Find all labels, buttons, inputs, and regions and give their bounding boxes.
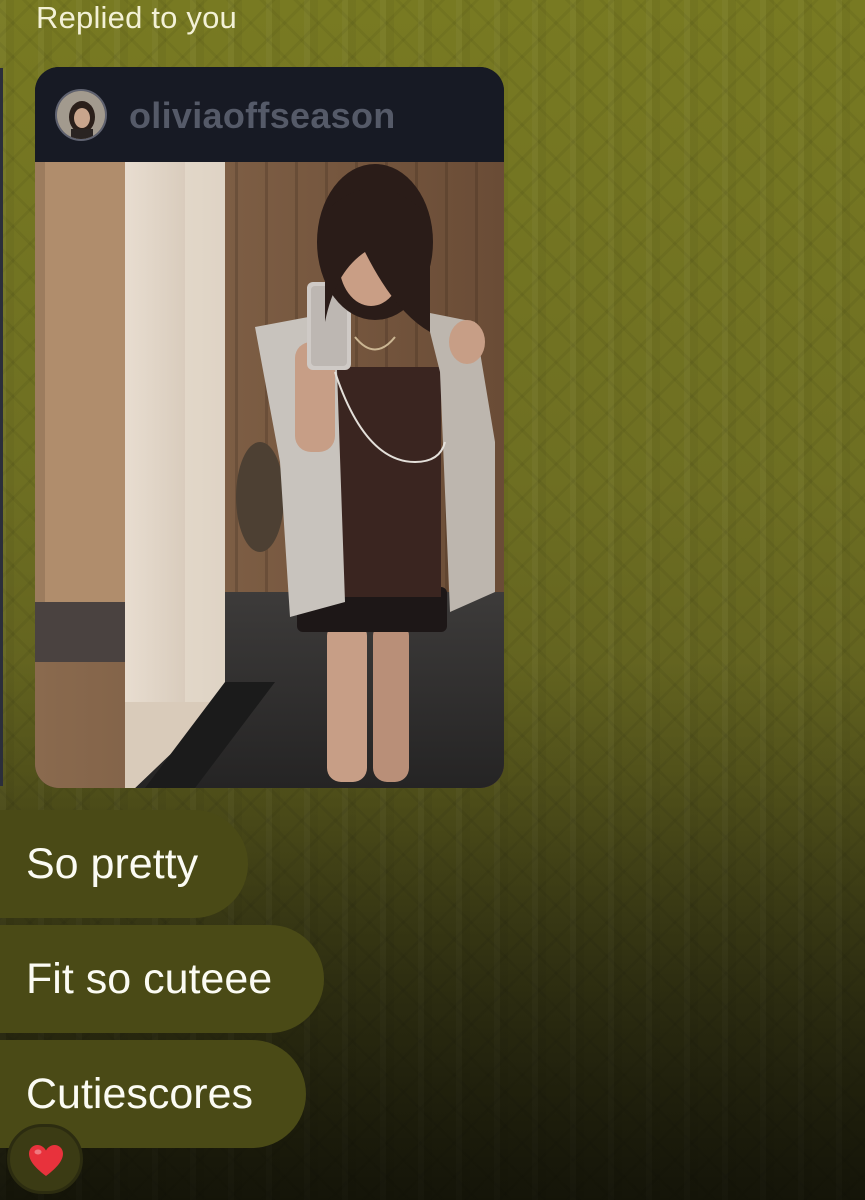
reaction-badge[interactable]	[7, 1124, 83, 1194]
message-bubble[interactable]: So pretty	[0, 810, 248, 918]
message-bubble[interactable]: Fit so cuteee	[0, 925, 324, 1033]
message-text: Fit so cuteee	[26, 955, 273, 1003]
avatar[interactable]	[55, 89, 107, 141]
mirror-selfie-image	[35, 162, 504, 788]
story-reply-card[interactable]: oliviaoffseason	[35, 67, 504, 788]
avatar-image	[57, 91, 105, 139]
red-heart-icon	[29, 1145, 63, 1176]
message-text: Cutiescores	[26, 1070, 254, 1118]
reply-caption: Replied to you	[36, 0, 237, 35]
story-header: oliviaoffseason	[35, 67, 504, 162]
story-photo[interactable]	[35, 162, 504, 788]
message-text: So pretty	[26, 840, 199, 888]
story-username[interactable]: oliviaoffseason	[129, 95, 396, 137]
thread-indicator-bar	[0, 68, 3, 786]
